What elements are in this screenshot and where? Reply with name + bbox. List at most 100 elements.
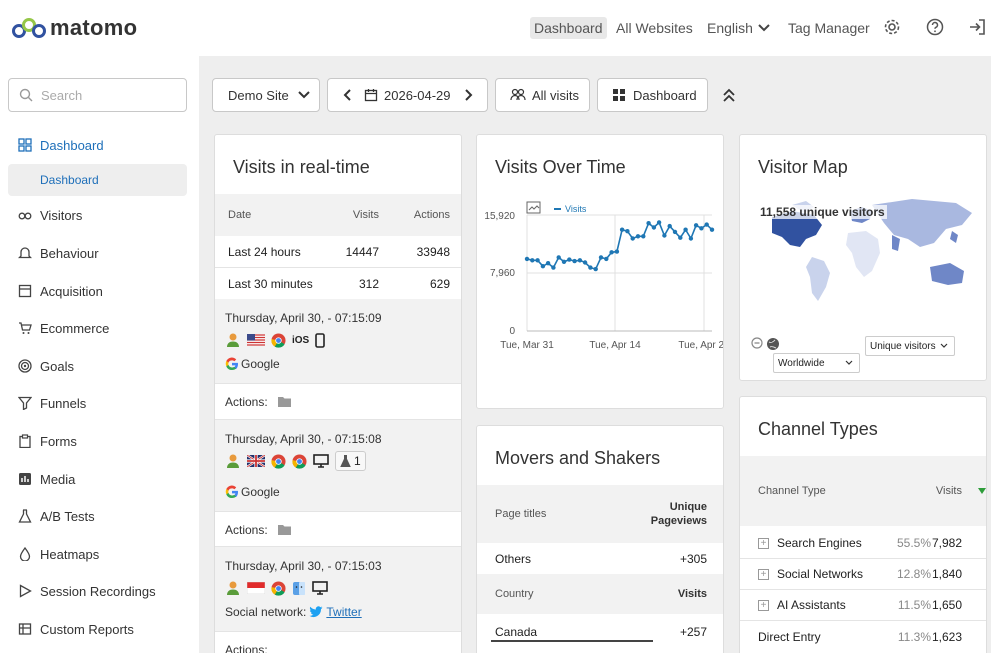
zoom-out-icon[interactable] xyxy=(751,337,781,351)
help-icon[interactable] xyxy=(926,18,944,36)
data-point[interactable] xyxy=(540,264,546,269)
data-point[interactable] xyxy=(561,259,567,264)
indonesia-flag-icon xyxy=(247,582,265,594)
table-row: Last 24 hours 14447 33948 xyxy=(215,237,461,268)
data-point[interactable] xyxy=(524,256,530,262)
data-point[interactable] xyxy=(641,234,646,239)
sidebar-item-goals[interactable]: Goals xyxy=(18,355,74,377)
sidebar-item-dashboard[interactable]: Dashboard xyxy=(18,134,104,156)
column-header: Date xyxy=(228,209,252,221)
data-point[interactable] xyxy=(678,235,683,240)
sidebar-item-ecommerce[interactable]: Ecommerce xyxy=(18,317,109,339)
segment-selector[interactable]: All visits xyxy=(495,78,590,112)
sidebar-item-ab-tests[interactable]: A/B Tests xyxy=(18,505,95,527)
data-point[interactable] xyxy=(530,258,535,263)
sidebar-item-behaviour[interactable]: Behaviour xyxy=(18,242,99,264)
dashboard-selector-label: Dashboard xyxy=(633,87,697,103)
data-point[interactable] xyxy=(662,233,667,238)
map-region-south-america[interactable] xyxy=(806,257,830,301)
map-region-asia[interactable] xyxy=(872,199,972,247)
sidebar-item-heatmaps[interactable]: Heatmaps xyxy=(18,543,99,565)
widget-title: Visits in real-time xyxy=(233,157,370,177)
chevron-right-icon[interactable] xyxy=(464,88,474,102)
data-point[interactable] xyxy=(688,236,694,241)
data-point[interactable] xyxy=(646,221,651,226)
folder-icon[interactable] xyxy=(277,524,291,535)
dashboard-selector[interactable]: Dashboard xyxy=(597,78,708,112)
data-point[interactable] xyxy=(593,266,598,272)
sidebar-item-session-recordings[interactable]: Session Recordings xyxy=(18,580,156,602)
collapse-icon[interactable] xyxy=(722,87,736,103)
data-point[interactable] xyxy=(619,227,625,232)
search-input[interactable]: Search xyxy=(8,78,187,112)
ab-test-badge[interactable]: 1 xyxy=(335,451,366,471)
map-region-africa[interactable] xyxy=(846,231,880,277)
logout-icon[interactable] xyxy=(968,18,986,36)
data-point[interactable] xyxy=(609,250,614,255)
nav-dashboard[interactable]: Dashboard xyxy=(530,17,607,39)
sidebar-item-media[interactable]: Media xyxy=(18,468,75,490)
data-point[interactable] xyxy=(604,256,609,262)
sidebar-item-forms[interactable]: Forms xyxy=(18,430,77,452)
data-point[interactable] xyxy=(582,260,588,265)
folder-icon[interactable] xyxy=(277,396,291,407)
nav-language[interactable]: English xyxy=(707,17,771,39)
sidebar-item-acquisition[interactable]: Acquisition xyxy=(18,280,103,302)
data-point[interactable] xyxy=(545,261,551,266)
data-point[interactable] xyxy=(699,226,704,231)
nav-tag-manager[interactable]: Tag Manager xyxy=(788,17,870,39)
visits-line-chart[interactable]: Visits 15,920 7,960 0 Tue, Mar 31 Tue, A… xyxy=(477,195,724,395)
map-region-india[interactable] xyxy=(892,235,900,251)
table-row[interactable]: Direct Entry 11.3% 1,623 xyxy=(740,621,986,652)
data-point[interactable] xyxy=(598,255,604,260)
data-point[interactable] xyxy=(693,223,699,228)
data-point[interactable] xyxy=(667,223,672,229)
table-row[interactable]: + Search Engines 55.5% 7,982 xyxy=(740,528,986,559)
data-point[interactable] xyxy=(614,249,620,254)
data-point[interactable] xyxy=(567,257,572,262)
data-point[interactable] xyxy=(635,234,641,239)
map-region-japan[interactable] xyxy=(950,231,958,243)
data-point[interactable] xyxy=(551,265,556,270)
expand-icon[interactable]: + xyxy=(758,568,769,580)
data-point[interactable] xyxy=(572,258,577,264)
data-point[interactable] xyxy=(630,236,635,241)
twitter-link[interactable]: Twitter xyxy=(326,605,361,619)
data-point[interactable] xyxy=(672,229,678,235)
data-point[interactable] xyxy=(709,227,715,232)
data-point[interactable] xyxy=(704,222,709,227)
data-point[interactable] xyxy=(556,255,561,260)
expand-icon[interactable]: + xyxy=(758,599,769,611)
y-tick-label: 0 xyxy=(509,326,515,337)
chevron-down-icon xyxy=(758,24,770,32)
sort-desc-icon[interactable] xyxy=(978,488,986,494)
table-row[interactable]: + Social Networks 12.8% 1,840 xyxy=(740,559,986,590)
sidebar-item-funnels[interactable]: Funnels xyxy=(18,392,86,414)
gear-icon[interactable] xyxy=(883,18,901,36)
data-point[interactable] xyxy=(625,229,630,234)
sidebar-item-custom-reports[interactable]: Custom Reports xyxy=(18,618,134,640)
visitor-profile-icon[interactable] xyxy=(225,453,241,469)
nav-all-websites[interactable]: All Websites xyxy=(616,17,693,39)
calendar-icon xyxy=(364,89,378,102)
data-point[interactable] xyxy=(588,265,593,270)
matomo-logo[interactable]: matomo xyxy=(12,14,137,42)
data-point[interactable] xyxy=(656,220,662,225)
metric-select[interactable]: Unique visitors xyxy=(865,336,955,356)
region-select[interactable]: Worldwide xyxy=(773,353,860,373)
table-row[interactable]: + AI Assistants 11.5% 1,650 xyxy=(740,590,986,621)
data-point[interactable] xyxy=(535,258,540,263)
data-point[interactable] xyxy=(651,225,657,230)
sidebar-subitem-dashboard[interactable]: Dashboard xyxy=(8,164,187,196)
site-selector[interactable]: Demo Site xyxy=(212,78,320,112)
sidebar-item-visitors[interactable]: Visitors xyxy=(18,204,82,226)
visitor-profile-icon[interactable] xyxy=(225,332,241,348)
expand-icon[interactable]: + xyxy=(758,537,769,549)
visit-entry: Thursday, April 30, - 07:15:09 iOS Googl… xyxy=(215,299,461,419)
map-region-australia[interactable] xyxy=(930,263,964,285)
date-selector[interactable]: 2026-04-29 xyxy=(327,78,488,112)
chevron-left-icon[interactable] xyxy=(342,88,352,102)
data-point[interactable] xyxy=(577,258,583,263)
data-point[interactable] xyxy=(683,227,688,232)
visitor-profile-icon[interactable] xyxy=(225,580,241,596)
